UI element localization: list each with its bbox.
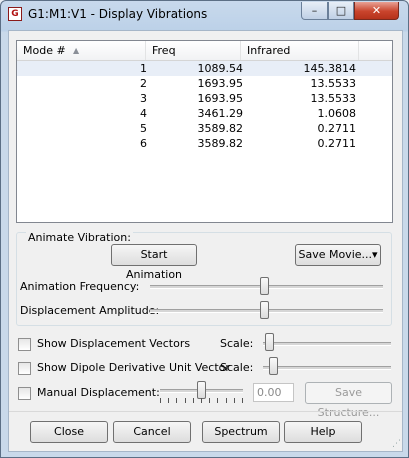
slider-tick [193,398,194,403]
help-button[interactable]: Help [284,421,362,443]
manual-displacement-ticks [160,398,243,404]
column-mode-label: Mode # [23,44,66,57]
table-row[interactable]: 6 3589.82 0.2711 [17,136,392,151]
spectrum-button[interactable]: Spectrum [202,421,280,443]
mode-cell: 2 [140,77,147,90]
slider-tick [168,398,169,403]
save-movie-button[interactable]: Save Movie...▾ [295,244,381,266]
minimize-button[interactable]: – [301,2,328,20]
dipole-scale-track[interactable] [263,366,391,370]
table-row[interactable]: 1 1089.54 145.3814 [17,61,392,76]
window-title: G1:M1:V1 - Display Vibrations [28,7,208,21]
display-vibrations-window: G G1:M1:V1 - Display Vibrations – □ ✕ Mo… [0,0,409,458]
animate-vibration-label: Animate Vibration: [26,231,133,244]
start-animation-button[interactable]: Start Animation [111,244,197,281]
freq-cell: 1693.95 [197,77,244,90]
mode-cell: 1 [140,62,147,75]
app-icon: G [8,7,22,21]
slider-tick [160,398,161,403]
close-icon: ✕ [371,4,382,17]
slider-tick [234,398,235,403]
sort-ascending-icon: ▲ [73,46,80,55]
show-dipole-vector-checkbox[interactable] [18,362,31,375]
table-row[interactable]: 4 3461.29 1.0608 [17,106,392,121]
infrared-cell: 13.5533 [310,77,357,90]
freq-cell: 1693.95 [197,92,244,105]
close-window-button[interactable]: ✕ [354,2,399,20]
dialog-body: Mode # ▲ Freq Infrared 1 1089.54 145.3814 2… [8,30,403,452]
list-header: Mode # ▲ Freq Infrared [17,41,392,61]
animation-frequency-label: Animation Frequency: [20,280,140,293]
cancel-button[interactable]: Cancel [113,421,191,443]
slider-tick [185,398,186,403]
dipole-scale-label: Scale: [220,361,254,374]
column-header-infrared[interactable]: Infrared [241,41,359,60]
manual-displacement-value[interactable] [253,383,294,402]
infrared-cell: 0.2711 [317,137,357,150]
slider-tick [209,398,210,403]
freq-cell: 3589.82 [197,122,244,135]
resize-grip-icon[interactable]: ⋰ [390,439,401,450]
slider-tick [226,398,227,403]
modes-list[interactable]: Mode # ▲ Freq Infrared 1 1089.54 145.3814 2… [16,40,393,223]
infrared-cell: 1.0608 [317,107,357,120]
infrared-cell: 145.3814 [303,62,357,75]
freq-cell: 1089.54 [197,62,244,75]
infrared-cell: 13.5533 [310,92,357,105]
dipole-scale-slider[interactable] [269,357,278,375]
minimize-icon: – [311,4,318,17]
slider-tick [176,398,177,403]
manual-displacement-checkbox[interactable] [18,387,31,400]
column-header-freq[interactable]: Freq [146,41,241,60]
table-row[interactable]: 2 1693.95 13.5533 [17,76,392,91]
maximize-button[interactable]: □ [328,2,354,20]
slider-tick [201,398,202,403]
mode-cell: 4 [140,107,147,120]
show-dipole-vector-label[interactable]: Show Dipole Derivative Unit Vector [37,361,230,374]
title-bar[interactable]: G G1:M1:V1 - Display Vibrations – □ ✕ [1,1,408,29]
save-structure-button[interactable]: Save Structure... [305,382,392,419]
manual-displacement-label[interactable]: Manual Displacement: [37,386,160,399]
mode-cell: 6 [140,137,147,150]
vectors-scale-label: Scale: [220,337,254,350]
column-header-mode[interactable]: Mode # ▲ [17,41,146,60]
table-row[interactable]: 5 3589.82 0.2711 [17,121,392,136]
freq-cell: 3461.29 [197,107,244,120]
animation-frequency-slider[interactable] [260,277,269,295]
mode-cell: 3 [140,92,147,105]
slider-tick [242,398,243,403]
vectors-scale-slider[interactable] [265,333,274,351]
list-rows: 1 1089.54 145.3814 2 1693.95 13.5533 3 1693.95 1… [17,61,392,151]
show-displacement-vectors-label[interactable]: Show Displacement Vectors [37,337,190,350]
maximize-icon: □ [335,4,347,17]
show-displacement-vectors-checkbox[interactable] [18,338,31,351]
infrared-cell: 0.2711 [317,122,357,135]
freq-cell: 3589.82 [197,137,244,150]
displacement-amplitude-slider[interactable] [260,301,269,319]
table-row[interactable]: 3 1693.95 13.5533 [17,91,392,106]
displacement-amplitude-label: Displacement Amplitude: [20,304,160,317]
vectors-scale-track[interactable] [263,342,391,346]
manual-displacement-slider[interactable] [197,381,206,399]
close-button[interactable]: Close [30,421,108,443]
mode-cell: 5 [140,122,147,135]
slider-tick [217,398,218,403]
button-separator [9,411,402,412]
